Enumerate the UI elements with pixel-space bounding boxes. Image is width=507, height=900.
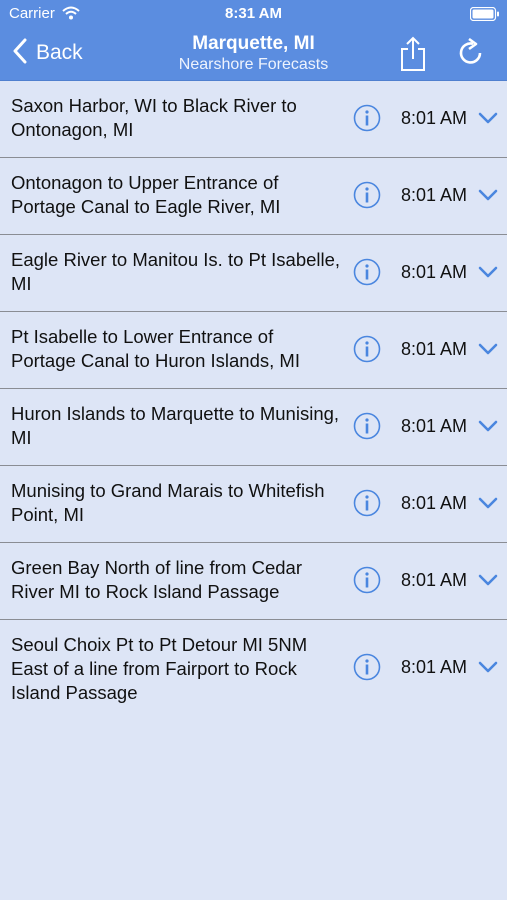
chevron-down-icon[interactable]	[477, 110, 499, 126]
battery-icon	[469, 6, 500, 26]
info-icon[interactable]	[353, 181, 381, 209]
status-bar: Carrier 8:31 AM	[0, 0, 507, 28]
info-icon[interactable]	[353, 104, 381, 132]
forecast-row[interactable]: Ontonagon to Upper Entrance of Portage C…	[0, 158, 507, 235]
refresh-icon	[459, 37, 482, 64]
share-icon	[401, 36, 425, 71]
chevron-down-icon[interactable]	[477, 495, 499, 511]
forecast-zone-title: Munising to Grand Marais to Whitefish Po…	[11, 480, 325, 525]
forecast-row[interactable]: Eagle River to Manitou Is. to Pt Isabell…	[0, 235, 507, 312]
forecast-time: 8:01 AM	[401, 657, 468, 677]
info-icon[interactable]	[353, 489, 381, 517]
forecast-time: 8:01 AM	[401, 262, 468, 282]
forecast-row[interactable]: Green Bay North of line from Cedar River…	[0, 543, 507, 620]
forecast-time: 8:01 AM	[401, 416, 468, 436]
page-subtitle: Nearshore Forecasts	[178, 56, 329, 73]
info-icon[interactable]	[353, 653, 381, 681]
forecast-row[interactable]: Pt Isabelle to Lower Entrance of Portage…	[0, 312, 507, 389]
forecast-row[interactable]: Munising to Grand Marais to Whitefish Po…	[0, 466, 507, 543]
forecast-zone-title: Ontonagon to Upper Entrance of Portage C…	[11, 172, 281, 217]
forecast-time: 8:01 AM	[401, 339, 468, 359]
chevron-down-icon[interactable]	[477, 659, 499, 675]
forecast-time: 8:01 AM	[401, 570, 468, 590]
info-icon[interactable]	[353, 566, 381, 594]
status-time: 8:31 AM	[225, 5, 282, 22]
forecast-zone-title: Green Bay North of line from Cedar River…	[11, 557, 302, 602]
share-button[interactable]	[398, 36, 428, 72]
navigation-bar: Back Marquette, MI Nearshore Forecasts	[0, 28, 507, 81]
forecast-time: 8:01 AM	[401, 493, 468, 513]
forecast-time: 8:01 AM	[401, 185, 468, 205]
info-icon[interactable]	[353, 335, 381, 363]
chevron-down-icon[interactable]	[477, 418, 499, 434]
forecast-zone-title: Saxon Harbor, WI to Black River to Onton…	[11, 95, 297, 140]
forecast-zone-title: Pt Isabelle to Lower Entrance of Portage…	[11, 326, 300, 371]
chevron-down-icon[interactable]	[477, 187, 499, 203]
info-icon[interactable]	[353, 258, 381, 286]
chevron-down-icon[interactable]	[477, 264, 499, 280]
forecast-zone-title: Seoul Choix Pt to Pt Detour MI 5NM East …	[11, 634, 308, 703]
forecast-row[interactable]: Huron Islands to Marquette to Munising, …	[0, 389, 507, 466]
chevron-down-icon[interactable]	[477, 341, 499, 357]
forecast-list: Saxon Harbor, WI to Black River to Onton…	[0, 81, 507, 720]
refresh-button[interactable]	[456, 37, 486, 68]
forecast-time: 8:01 AM	[401, 108, 468, 128]
forecast-zone-title: Eagle River to Manitou Is. to Pt Isabell…	[11, 249, 341, 294]
page-title: Marquette, MI	[192, 33, 315, 54]
forecast-zone-title: Huron Islands to Marquette to Munising, …	[11, 403, 340, 448]
forecast-row[interactable]: Saxon Harbor, WI to Black River to Onton…	[0, 81, 507, 158]
info-icon[interactable]	[353, 412, 381, 440]
chevron-down-icon[interactable]	[477, 572, 499, 588]
forecast-row[interactable]: Seoul Choix Pt to Pt Detour MI 5NM East …	[0, 620, 507, 720]
